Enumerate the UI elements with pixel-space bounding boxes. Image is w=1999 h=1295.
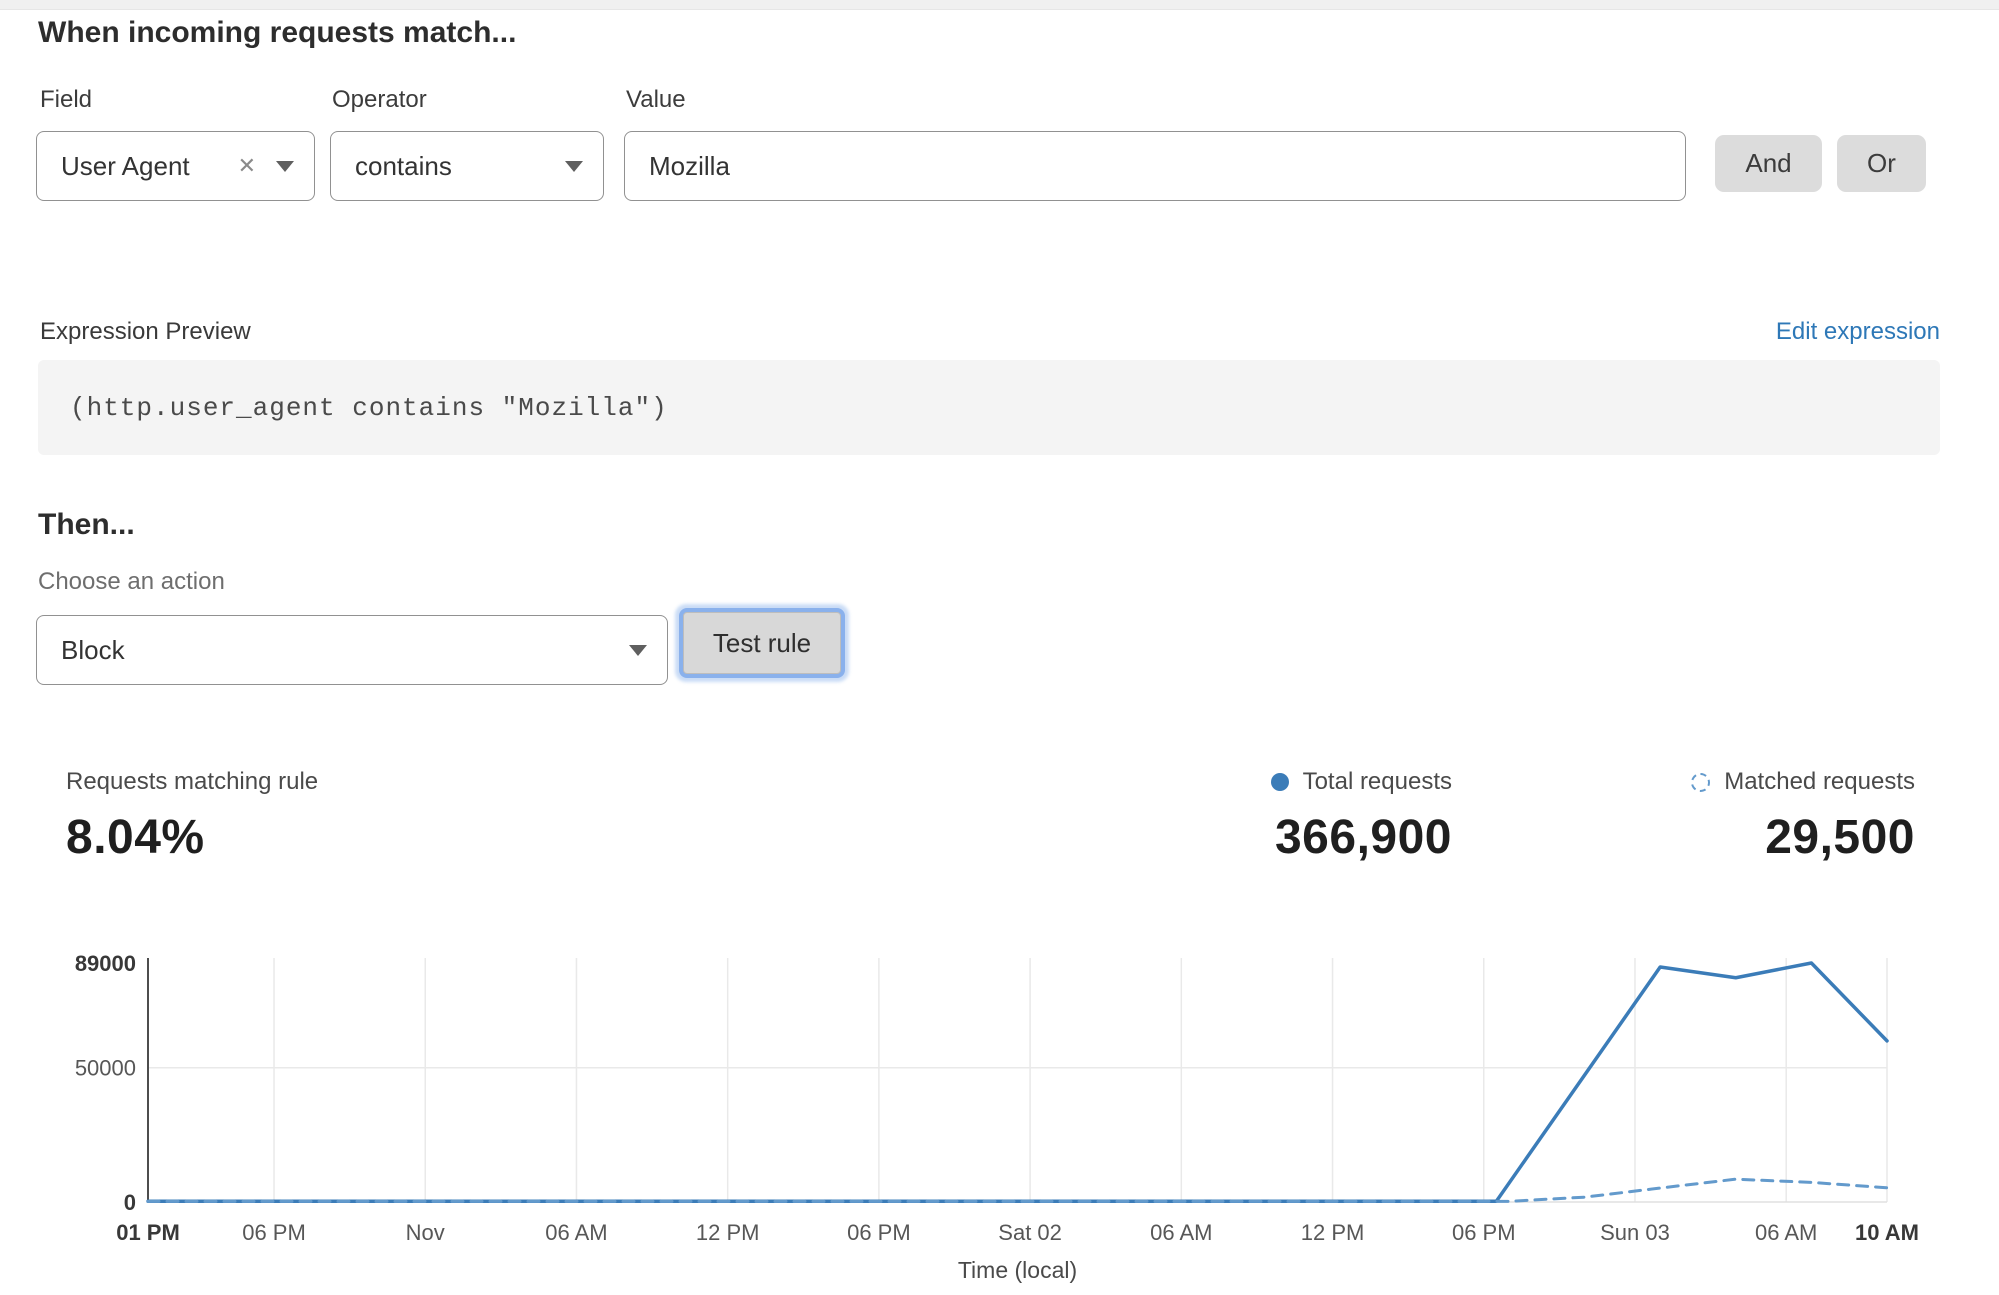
edit-expression-link[interactable]: Edit expression (1776, 318, 1940, 346)
x-axis-title: Time (local) (958, 1257, 1077, 1283)
expression-preview-label: Expression Preview (40, 318, 251, 346)
test-rule-button[interactable]: Test rule (683, 612, 841, 674)
stat-matched-label: Matched requests (1691, 768, 1915, 796)
stat-total-requests: Total requests 366,900 (1271, 768, 1452, 865)
and-button[interactable]: And (1715, 135, 1822, 192)
stat-total-label-text: Total requests (1303, 768, 1452, 796)
series-dashed (148, 1179, 1887, 1201)
stat-total-value: 366,900 (1271, 810, 1452, 865)
firewall-rule-builder-page: When incoming requests match... Field Op… (0, 0, 1999, 1295)
chart-canvas: 0 50000 89000 01 PM 06 PM Nov 06 AM 12 PM 06 PM S… (0, 940, 1999, 1295)
x-tick-label: 12 PM (696, 1220, 760, 1245)
value-label: Value (626, 86, 686, 114)
x-tick-label: 06 AM (1755, 1220, 1817, 1245)
chevron-down-icon (629, 645, 647, 656)
matched-requests-dashed-circle-icon (1691, 773, 1710, 792)
field-label: Field (40, 86, 92, 114)
operator-label: Operator (332, 86, 427, 114)
page-title: When incoming requests match... (38, 16, 516, 50)
expression-code-block: (http.user_agent contains "Mozilla") (38, 360, 1940, 455)
series-solid (148, 963, 1887, 1201)
x-tick-label: 06 PM (847, 1220, 911, 1245)
x-tick-label: 06 AM (1150, 1220, 1212, 1245)
stat-matched-value: 29,500 (1691, 810, 1915, 865)
x-tick-label: Sun 03 (1600, 1220, 1670, 1245)
stat-matching-label: Requests matching rule (66, 768, 318, 796)
x-tick-label: 10 AM (1855, 1220, 1919, 1245)
operator-select-value: contains (355, 151, 565, 182)
field-select-value: User Agent (61, 151, 238, 182)
field-select[interactable]: User Agent ✕ (36, 131, 315, 201)
x-tick-label: 06 PM (242, 1220, 306, 1245)
chevron-down-icon (276, 161, 294, 172)
or-button[interactable]: Or (1837, 135, 1926, 192)
x-tick-label: Nov (406, 1220, 445, 1245)
clear-field-icon[interactable]: ✕ (238, 155, 256, 177)
chevron-down-icon (565, 161, 583, 172)
action-select-value: Block (61, 635, 629, 666)
x-tick-label: 01 PM (116, 1220, 180, 1245)
total-requests-dot-icon (1271, 773, 1289, 791)
y-tick-label: 0 (124, 1190, 136, 1215)
expression-code: (http.user_agent contains "Mozilla") (70, 393, 668, 423)
x-tick-label: 12 PM (1301, 1220, 1365, 1245)
operator-select[interactable]: contains (330, 131, 604, 201)
x-tick-label: 06 AM (545, 1220, 607, 1245)
stat-matched-requests: Matched requests 29,500 (1691, 768, 1915, 865)
top-divider (0, 0, 1999, 10)
then-heading: Then... (38, 508, 135, 542)
y-tick-label: 50000 (75, 1056, 136, 1081)
action-select[interactable]: Block (36, 615, 668, 685)
stat-total-label: Total requests (1271, 768, 1452, 796)
x-tick-label: Sat 02 (998, 1220, 1062, 1245)
y-tick-label: 89000 (75, 951, 136, 976)
stat-matching-value: 8.04% (66, 810, 318, 865)
stat-matching-label-text: Requests matching rule (66, 768, 318, 796)
x-tick-label: 06 PM (1452, 1220, 1516, 1245)
stat-matched-label-text: Matched requests (1724, 768, 1915, 796)
requests-time-series-chart: 0 50000 89000 01 PM 06 PM Nov 06 AM 12 PM 06 PM S… (0, 940, 1999, 1295)
value-input[interactable] (624, 131, 1686, 201)
stat-matching-rule: Requests matching rule 8.04% (66, 768, 318, 865)
choose-action-label: Choose an action (38, 568, 225, 596)
